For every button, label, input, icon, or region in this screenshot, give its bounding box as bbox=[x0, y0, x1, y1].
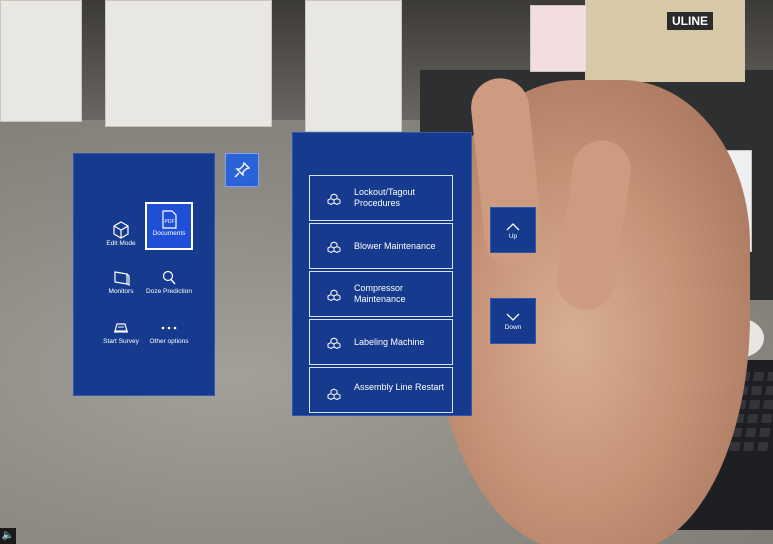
lab-cabinet bbox=[305, 0, 402, 132]
doze-prediction-label: Doze Prediction bbox=[146, 288, 192, 295]
document-item-labeling-machine[interactable]: Labeling Machine bbox=[309, 319, 453, 365]
search-icon bbox=[162, 270, 176, 285]
more-icon bbox=[161, 326, 177, 330]
pin-button[interactable] bbox=[225, 153, 259, 187]
cubes-icon bbox=[327, 193, 341, 205]
document-item-blower-maintenance[interactable]: Blower Maintenance bbox=[309, 223, 453, 269]
scroll-up-button[interactable]: Up bbox=[490, 207, 536, 253]
supply-box: ULINE bbox=[585, 0, 745, 82]
side-menu-panel: Edit Mode PDF Documents Monitors Doze Pr… bbox=[73, 153, 215, 396]
cubes-icon bbox=[327, 388, 341, 400]
document-label: Labeling Machine bbox=[354, 336, 425, 347]
document-label: Assembly Line Restart bbox=[354, 382, 445, 392]
document-item-compressor-maintenance[interactable]: Compressor Maintenance bbox=[309, 271, 453, 317]
document-item-assembly-line-restart[interactable]: Assembly Line Restart bbox=[309, 367, 453, 413]
cubes-icon bbox=[327, 289, 341, 301]
scroll-down-button[interactable]: Down bbox=[490, 298, 536, 344]
cubes-icon bbox=[327, 241, 341, 253]
pin-icon bbox=[234, 161, 251, 178]
edit-mode-button[interactable]: Edit Mode bbox=[96, 214, 146, 260]
monitors-label: Monitors bbox=[108, 288, 134, 295]
cube-icon bbox=[113, 221, 129, 239]
box-label: ULINE bbox=[667, 12, 713, 30]
document-item-lockout-tagout[interactable]: Lockout/Tagout Procedures bbox=[309, 175, 453, 221]
edit-mode-label: Edit Mode bbox=[106, 240, 136, 247]
scroll-up-label: Up bbox=[508, 233, 518, 240]
lab-cabinet bbox=[0, 0, 82, 122]
other-options-label: Other options bbox=[149, 338, 189, 345]
documents-panel: Lockout/Tagout Procedures Blower Mainten… bbox=[292, 132, 472, 416]
document-label: Blower Maintenance bbox=[354, 240, 436, 251]
other-options-button[interactable]: Other options bbox=[144, 312, 194, 358]
chevron-up-icon bbox=[506, 223, 520, 231]
pdf-icon: PDF bbox=[162, 210, 177, 229]
document-label: Lockout/Tagout Procedures bbox=[354, 187, 416, 208]
svg-text:PDF: PDF bbox=[165, 219, 175, 225]
survey-icon bbox=[114, 323, 128, 333]
doze-prediction-button[interactable]: Doze Prediction bbox=[144, 262, 194, 308]
speaker-icon: 🔈 bbox=[0, 528, 16, 544]
lab-freezer bbox=[105, 0, 272, 127]
glove-box bbox=[530, 5, 587, 72]
cubes-icon bbox=[327, 337, 341, 349]
chevron-down-icon bbox=[506, 313, 520, 321]
documents-button[interactable]: PDF Documents bbox=[145, 202, 193, 250]
document-label: Compressor Maintenance bbox=[354, 283, 406, 304]
scroll-down-label: Down bbox=[504, 324, 522, 331]
monitor-icon bbox=[114, 271, 130, 286]
start-survey-label: Start Survey bbox=[103, 338, 139, 345]
documents-label: Documents bbox=[152, 230, 186, 237]
start-survey-button[interactable]: Start Survey bbox=[96, 312, 146, 358]
monitors-button[interactable]: Monitors bbox=[96, 262, 146, 308]
